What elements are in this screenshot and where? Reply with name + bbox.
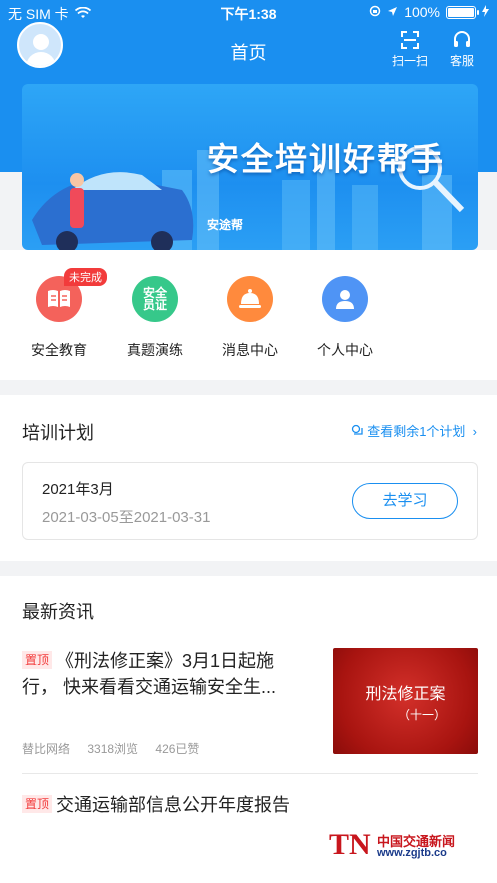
pinned-badge: 置顶 [22,795,53,813]
pinned-badge: 置顶 [22,651,53,669]
bell-icon [227,276,273,322]
news-views: 3318浏览 [87,742,139,756]
chevron-right-icon: › [469,424,477,439]
nav-bar: 首页 扫一扫 客服 [0,22,497,72]
news-thumbnail: 刑法修正案 （十一） [333,648,478,754]
plan-link-icon [351,424,368,439]
menu-item-personal-center[interactable]: 个人中心 [300,276,390,360]
menu-item-exam-practice[interactable]: 安全 员证 真题演练 [110,276,200,360]
news-source: 替比网络 [22,742,71,756]
battery-percent: 100% [404,4,440,20]
scan-icon [388,30,432,52]
person-icon [322,276,368,322]
section-title: 最新资讯 [22,602,94,622]
promo-banner[interactable]: 安全培训好帮手 安途帮 [22,84,478,250]
start-learning-button[interactable]: 去学习 [352,483,458,519]
menu-item-label: 消息中心 [222,342,278,358]
certificate-icon: 安全 员证 [132,276,178,322]
menu-item-label: 个人中心 [317,342,373,358]
orientation-lock-icon [369,4,381,20]
divider [22,773,478,774]
news-title: 置顶 《刑法修正案》3月1日起施行， 快来看看交通运输安全生... [22,651,277,697]
quick-menu: 未完成 安全教育 安全 员证 真题演练 消息中心 个人中心 [0,250,497,380]
charging-icon [482,4,489,20]
menu-item-label: 真题演练 [127,342,183,358]
training-plan-section: 培训计划 查看剩余1个计划 › 2021年3月 2021-03-05至2021-… [0,395,497,561]
scan-button[interactable]: 扫一扫 [388,30,432,69]
news-title: 置顶 交通运输部信息公开年度报告 [22,792,312,818]
news-likes: 426已赞 [155,742,200,756]
service-button[interactable]: 客服 [440,30,484,69]
service-label: 客服 [449,54,474,68]
section-title: 培训计划 [22,423,94,443]
plan-card[interactable]: 2021年3月 2021-03-05至2021-03-31 去学习 [22,462,478,540]
menu-item-label: 安全教育 [31,342,87,358]
scan-label: 扫一扫 [391,54,428,68]
banner-brand: 安途帮 [207,218,244,232]
battery-icon [446,5,479,19]
banner-slogan: 安全培训好帮手 [207,141,446,177]
menu-item-safety-education[interactable]: 未完成 安全教育 [14,268,107,360]
news-meta: 替比网络 3318浏览 426已赞 [22,740,213,757]
plan-date-range: 2021-03-05至2021-03-31 [42,509,211,526]
view-remaining-plans-link[interactable]: 查看剩余1个计划 › [351,421,477,440]
menu-item-message-center[interactable]: 消息中心 [205,276,295,360]
status-badge: 未完成 [64,268,107,286]
watermark-logo: TN 中国交通新闻 www.zgjtb.co [329,828,456,861]
location-icon [387,4,398,20]
plan-month: 2021年3月 [42,481,114,498]
news-item[interactable]: 置顶 《刑法修正案》3月1日起施行， 快来看看交通运输安全生... 替比网络 33… [22,648,478,776]
news-section: 最新资讯 置顶 《刑法修正案》3月1日起施行， 快来看看交通运输安全生... 替比… [0,576,497,883]
headset-icon [440,30,484,52]
